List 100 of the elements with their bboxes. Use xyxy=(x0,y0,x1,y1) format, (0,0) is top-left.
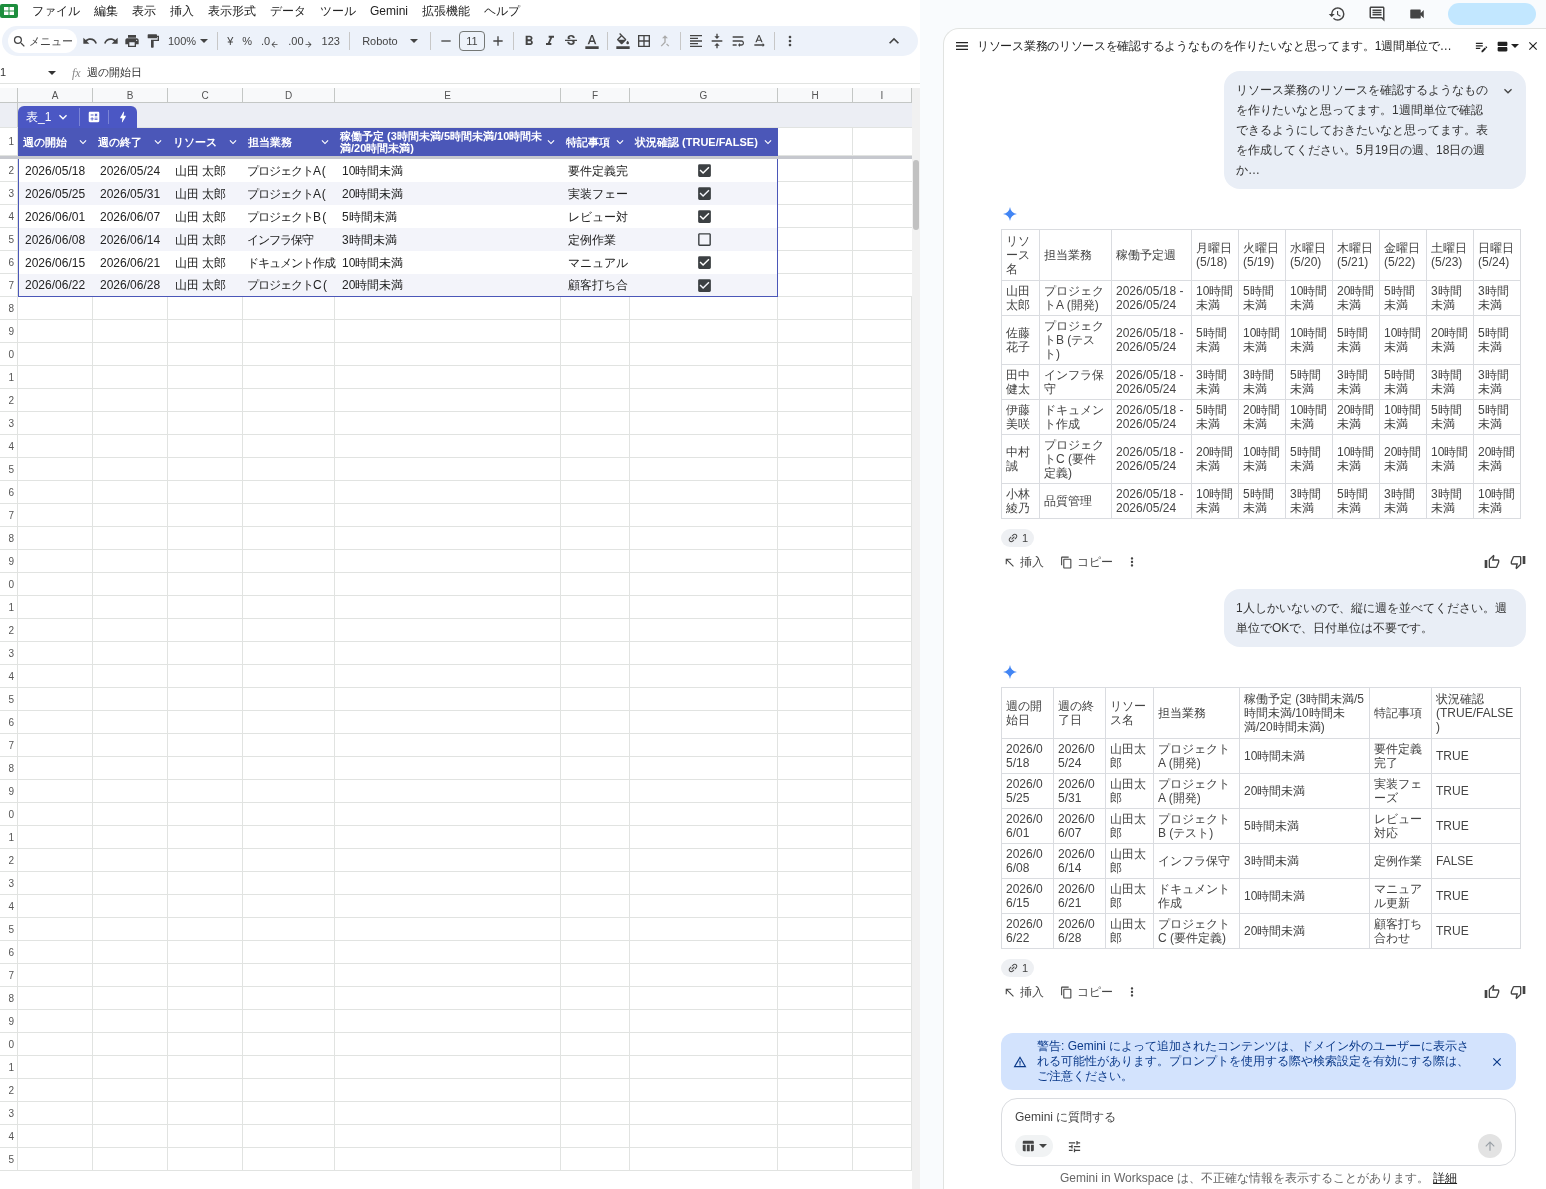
checkbox[interactable] xyxy=(695,185,713,202)
grid-cell[interactable] xyxy=(778,251,853,274)
close-icon[interactable] xyxy=(1526,39,1540,53)
row-number[interactable]: 6 xyxy=(8,484,14,500)
column-letter[interactable]: D xyxy=(284,87,293,103)
borders-icon[interactable] xyxy=(635,33,652,49)
row-number[interactable]: 7 xyxy=(8,507,14,523)
row-number[interactable]: 1 xyxy=(8,1059,14,1075)
thumbs-down-icon[interactable] xyxy=(1510,984,1526,1000)
row-number[interactable]: 0 xyxy=(8,346,14,362)
menu-item[interactable]: 表示形式 xyxy=(208,2,256,20)
menu-item[interactable]: ツール xyxy=(320,2,356,20)
currency-button[interactable]: ¥ xyxy=(225,29,236,53)
grid-cell[interactable] xyxy=(778,228,853,251)
checkbox[interactable] xyxy=(695,162,713,179)
tune-icon[interactable] xyxy=(1067,1138,1082,1154)
column-letter[interactable]: E xyxy=(444,87,451,103)
details-link[interactable]: 詳細 xyxy=(1433,1169,1458,1187)
row-number[interactable]: 0 xyxy=(8,806,14,822)
formula-field[interactable]: 週の開始日 xyxy=(86,64,142,81)
row-number[interactable]: 9 xyxy=(8,783,14,799)
scrollbar-thumb[interactable] xyxy=(913,160,919,230)
column-letter[interactable]: B xyxy=(126,87,134,103)
row-number[interactable]: 9 xyxy=(8,1013,14,1029)
print-icon[interactable] xyxy=(124,33,140,49)
menu-item[interactable]: 表示 xyxy=(132,2,156,20)
grid-cell[interactable] xyxy=(778,159,853,182)
column-letter[interactable]: I xyxy=(880,87,884,103)
align-left-icon[interactable] xyxy=(687,33,704,49)
row-number[interactable]: 0 xyxy=(8,576,14,592)
row-number[interactable]: 7 xyxy=(8,967,14,983)
row-number[interactable]: 2 xyxy=(8,622,14,638)
insert-button[interactable]: 挿入 xyxy=(1001,983,1046,1001)
column-letter[interactable]: H xyxy=(811,87,819,103)
row-number[interactable]: 1 xyxy=(8,599,14,615)
thumbs-up-icon[interactable] xyxy=(1484,984,1500,1000)
copy-button[interactable]: コピー xyxy=(1060,983,1113,1001)
row-number[interactable]: 6 xyxy=(8,254,14,270)
column-letter[interactable]: F xyxy=(591,87,599,103)
checkbox[interactable] xyxy=(695,276,713,294)
column-letter[interactable]: G xyxy=(699,87,708,103)
prompt-box[interactable]: Gemini に質問する xyxy=(1001,1098,1516,1166)
view-icon[interactable] xyxy=(1496,39,1509,53)
menu-item[interactable]: Gemini xyxy=(370,2,408,20)
row-number[interactable]: 6 xyxy=(8,714,14,730)
row-number[interactable]: 4 xyxy=(8,208,14,224)
thumbs-down-icon[interactable] xyxy=(1510,554,1526,570)
row-number[interactable]: 1 xyxy=(8,369,14,385)
row-number[interactable]: 3 xyxy=(8,875,14,891)
menu-item[interactable]: 編集 xyxy=(94,2,118,20)
source-chip[interactable]: 1 xyxy=(1001,959,1035,977)
thumbs-up-icon[interactable] xyxy=(1484,554,1500,570)
source-chip[interactable]: 1 xyxy=(1001,529,1035,547)
row-number[interactable]: 8 xyxy=(8,760,14,776)
comment-icon[interactable] xyxy=(1368,5,1386,23)
table-name-chip[interactable]: 表_1 xyxy=(18,106,138,128)
font-dropdown[interactable]: Roboto xyxy=(356,29,423,53)
row-number[interactable]: 2 xyxy=(8,392,14,408)
row-number[interactable]: 1 xyxy=(8,829,14,845)
grid-cell[interactable] xyxy=(778,182,853,205)
row-number[interactable]: 5 xyxy=(8,691,14,707)
row-number[interactable]: 0 xyxy=(8,1036,14,1052)
checkbox[interactable] xyxy=(695,208,713,225)
number-format-button[interactable]: 123 xyxy=(319,29,342,53)
column-letter[interactable]: A xyxy=(51,87,59,103)
name-box[interactable]: 1 xyxy=(0,64,60,81)
row-number[interactable]: 5 xyxy=(8,921,14,937)
menu-search-field[interactable]: メニュー xyxy=(8,29,77,53)
table-dropdown-button[interactable] xyxy=(1015,1135,1053,1157)
font-size-field[interactable]: 11 xyxy=(458,31,485,51)
decrease-decimal-button[interactable]: .0 xyxy=(259,29,282,53)
row-number[interactable]: 3 xyxy=(8,1105,14,1121)
row-number[interactable]: 8 xyxy=(8,300,14,316)
row-number[interactable]: 4 xyxy=(8,1128,14,1144)
history-icon[interactable] xyxy=(1328,5,1346,23)
row-number[interactable]: 2 xyxy=(8,1082,14,1098)
row-number[interactable]: 7 xyxy=(8,277,14,293)
menu-item[interactable]: 挿入 xyxy=(170,2,194,20)
zoom-dropdown[interactable]: 100% xyxy=(166,29,211,53)
row-number[interactable]: 8 xyxy=(8,990,14,1006)
calculator-icon[interactable] xyxy=(87,110,102,124)
row-number[interactable]: 5 xyxy=(8,231,14,247)
row-number[interactable]: 4 xyxy=(8,668,14,684)
grid-cell[interactable] xyxy=(778,205,853,228)
row-number[interactable]: 4 xyxy=(8,898,14,914)
sheets-logo-icon[interactable] xyxy=(0,4,18,18)
row-number[interactable]: 3 xyxy=(8,645,14,661)
column-letter[interactable]: C xyxy=(201,87,209,103)
row-number[interactable]: 9 xyxy=(8,553,14,569)
copy-button[interactable]: コピー xyxy=(1060,553,1113,571)
row-number[interactable]: 9 xyxy=(8,323,14,339)
increase-decimal-button[interactable]: .00 xyxy=(286,29,315,53)
prompt-input-field[interactable]: Gemini に質問する xyxy=(1015,1108,1502,1126)
paint-format-icon[interactable] xyxy=(145,33,161,49)
menu-item[interactable]: データ xyxy=(270,2,306,20)
insert-button[interactable]: 挿入 xyxy=(1001,553,1046,571)
menu-item[interactable]: 拡張機能 xyxy=(422,2,470,20)
row-number[interactable]: 1 xyxy=(8,134,14,149)
row-number[interactable]: 7 xyxy=(8,737,14,753)
checkbox[interactable] xyxy=(695,254,713,271)
